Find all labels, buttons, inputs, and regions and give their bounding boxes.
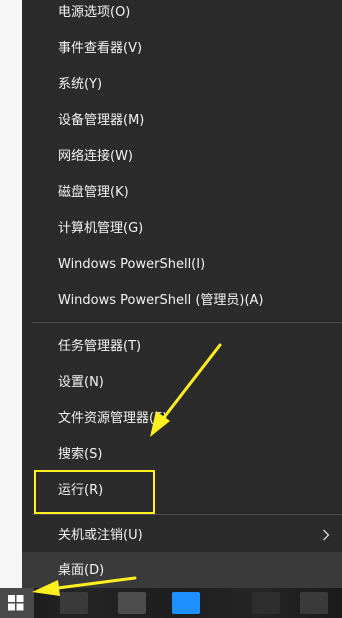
menu-item-task-manager[interactable]: 任务管理器(T)	[22, 328, 342, 364]
menu-item-system[interactable]: 系统(Y)	[22, 66, 342, 102]
menu-item-label: 文件资源管理器(E)	[58, 410, 168, 426]
menu-item-device-manager[interactable]: 设备管理器(M)	[22, 102, 342, 138]
taskbar-app-icon[interactable]	[118, 592, 146, 614]
taskbar-app-icon[interactable]	[252, 592, 280, 614]
menu-item-run[interactable]: 运行(R)	[22, 472, 342, 508]
menu-item-label: 关机或注销(U)	[58, 527, 143, 543]
menu-item-network-connections[interactable]: 网络连接(W)	[22, 138, 342, 174]
chevron-right-icon	[323, 529, 330, 541]
menu-item-disk-management[interactable]: 磁盘管理(K)	[22, 174, 342, 210]
menu-item-label: 事件查看器(V)	[58, 40, 143, 56]
menu-item-label: 计算机管理(G)	[58, 220, 144, 236]
taskbar	[0, 588, 342, 618]
menu-item-label: 系统(Y)	[58, 76, 103, 92]
taskbar-background	[0, 588, 342, 618]
winx-context-menu: 电源选项(O) 事件查看器(V) 系统(Y) 设备管理器(M) 网络连接(W) …	[22, 0, 342, 588]
menu-item-desktop[interactable]: 桌面(D)	[22, 552, 342, 588]
menu-item-computer-management[interactable]: 计算机管理(G)	[22, 210, 342, 246]
menu-item-label: Windows PowerShell(I)	[58, 256, 206, 272]
taskbar-app-icon[interactable]	[172, 592, 200, 614]
menu-item-file-explorer[interactable]: 文件资源管理器(E)	[22, 400, 342, 436]
menu-item-power-options[interactable]: 电源选项(O)	[22, 0, 342, 30]
menu-item-powershell-admin[interactable]: Windows PowerShell (管理员)(A)	[22, 282, 342, 318]
menu-item-event-viewer[interactable]: 事件查看器(V)	[22, 30, 342, 66]
menu-item-label: 设置(N)	[58, 374, 104, 390]
menu-item-label: Windows PowerShell (管理员)(A)	[58, 292, 264, 308]
menu-item-label: 桌面(D)	[58, 562, 105, 578]
taskbar-app-icon[interactable]	[300, 592, 328, 614]
menu-item-label: 任务管理器(T)	[58, 338, 142, 354]
desktop-edge	[0, 0, 22, 618]
menu-separator	[32, 322, 342, 323]
menu-separator	[32, 514, 342, 515]
menu-item-label: 电源选项(O)	[58, 4, 131, 20]
menu-item-powershell[interactable]: Windows PowerShell(I)	[22, 246, 342, 282]
menu-item-label: 设备管理器(M)	[58, 112, 145, 128]
menu-item-label: 磁盘管理(K)	[58, 184, 129, 200]
menu-item-search[interactable]: 搜索(S)	[22, 436, 342, 472]
menu-item-label: 网络连接(W)	[58, 148, 133, 164]
taskbar-app-icon[interactable]	[60, 592, 88, 614]
menu-item-shutdown-signout[interactable]: 关机或注销(U)	[22, 517, 342, 553]
menu-item-label: 搜索(S)	[58, 446, 103, 462]
start-button[interactable]	[0, 588, 34, 618]
windows-logo-icon	[8, 595, 24, 611]
menu-item-label: 运行(R)	[58, 482, 104, 498]
menu-item-settings[interactable]: 设置(N)	[22, 364, 342, 400]
